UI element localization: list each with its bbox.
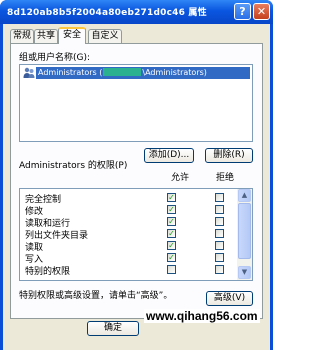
permission-row-write: 写入 ✓ [20,252,238,265]
advanced-button[interactable]: 高级(V) [206,291,253,306]
permission-row-read-execute: 读取和运行 ✓ [20,216,238,229]
allow-checkbox[interactable]: ✓ [167,193,176,202]
security-panel: 组或用户名称(G): Administrators ( \Administrato… [10,43,263,319]
permission-row-list-folder: 列出文件夹目录 ✓ [20,228,238,241]
tab-security[interactable]: 安全 [58,27,86,44]
users-listbox[interactable]: Administrators ( \Administrators) [19,64,253,142]
remove-button[interactable]: 删除(R) [205,148,253,163]
permissions-scrollbar[interactable]: ▲ ▼ [237,189,252,280]
tab-general[interactable]: 常规 [10,29,34,43]
allow-checkbox[interactable]: ✓ [167,229,176,238]
tab-customize[interactable]: 自定义 [88,29,122,43]
permission-name: 特别的权限 [25,267,71,277]
permission-row-read: 读取 ✓ [20,240,238,253]
deny-checkbox[interactable] [215,229,224,238]
permission-row-special: 特别的权限 [20,264,238,277]
deny-checkbox[interactable] [215,253,224,262]
allow-checkbox[interactable]: ✓ [167,217,176,226]
watermark-text: www.qihang56.com [144,309,260,323]
user-name-suffix: \Administrators) [142,68,207,77]
properties-window: 8d120ab8b5f2004a80eb271d0c46 属性 ? ✕ 常规 共… [0,0,273,350]
tab-sharing[interactable]: 共享 [34,29,58,43]
allow-checkbox[interactable] [167,265,176,274]
deny-header: 拒绝 [216,173,235,183]
permissions-list[interactable]: 完全控制 ✓ 修改 ✓ 读取和运行 ✓ 列出文件夹目录 ✓ 读取 ✓ 写入 ✓ … [19,188,253,281]
allow-header: 允许 [171,173,190,183]
users-label: 组或用户名称(G): [19,53,91,63]
close-button[interactable]: ✕ [253,3,270,20]
masked-computer-name [103,68,142,76]
advanced-hint: 特别权限或高级设置，请单击“高级”。 [19,291,173,301]
user-name-prefix: Administrators ( [38,68,103,77]
deny-checkbox[interactable] [215,265,224,274]
scroll-thumb[interactable] [238,203,251,259]
window-title: 8d120ab8b5f2004a80eb271d0c46 属性 [7,8,207,18]
ok-button[interactable]: 确定 [87,321,139,336]
dialog-body: 常规 共享 安全 自定义 组或用户名称(G): Administrators (… [3,24,270,350]
user-group-icon [23,67,35,78]
scroll-up-arrow-icon[interactable]: ▲ [238,189,251,202]
deny-checkbox[interactable] [215,205,224,214]
allow-checkbox[interactable]: ✓ [167,205,176,214]
title-bar[interactable]: 8d120ab8b5f2004a80eb271d0c46 属性 ? ✕ [0,0,273,24]
permission-row-full-control: 完全控制 ✓ [20,192,238,205]
deny-checkbox[interactable] [215,241,224,250]
user-entry-text: Administrators ( \Administrators) [38,68,207,77]
allow-checkbox[interactable]: ✓ [167,253,176,262]
permission-row-modify: 修改 ✓ [20,204,238,217]
deny-checkbox[interactable] [215,217,224,226]
dialog-footer: 确定 [3,319,270,350]
deny-checkbox[interactable] [215,193,224,202]
scroll-down-arrow-icon[interactable]: ▼ [238,266,251,279]
permissions-label: Administrators 的权限(P) [19,161,128,171]
list-item[interactable]: Administrators ( \Administrators) [22,67,250,79]
help-button[interactable]: ? [234,3,251,20]
allow-checkbox[interactable]: ✓ [167,241,176,250]
add-button[interactable]: 添加(D)... [144,148,194,163]
